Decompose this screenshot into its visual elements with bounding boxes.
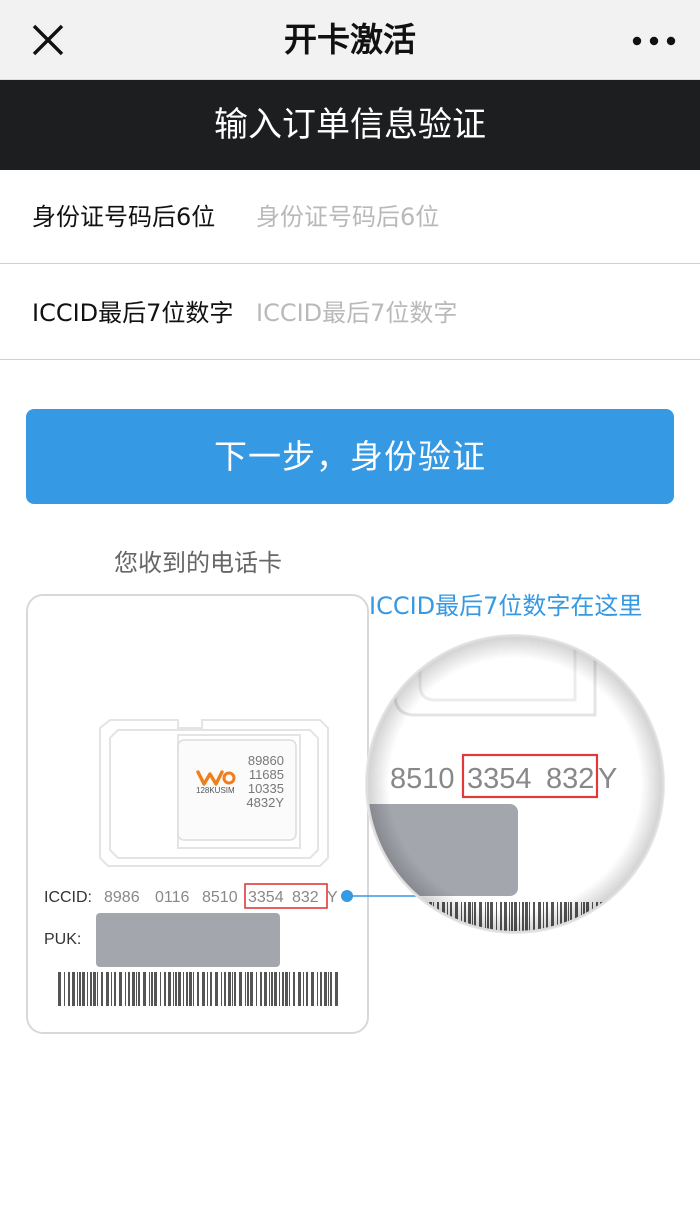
sim-card-illustration: 128KUSIM 89860 11685 10335 4832Y ICCID: … — [26, 594, 665, 1034]
sim-number-line: 10335 — [248, 781, 284, 796]
sim-number-line: 4832Y — [246, 795, 284, 810]
id-number-input[interactable] — [252, 194, 680, 240]
card-iccid-group: 0116 — [155, 889, 190, 906]
page-title: 开卡激活 — [284, 20, 416, 59]
next-step-button[interactable]: 下一步，身份验证 — [26, 409, 674, 504]
card-iccid-highlight: 832 — [292, 889, 319, 906]
zoom-lens-vignette — [367, 636, 663, 932]
iccid-row: ICCID最后7位数字 — [0, 266, 700, 360]
illustration-caption: 您收到的电话卡 — [114, 549, 282, 577]
top-nav-bar: 开卡激活 — [0, 0, 700, 80]
id-number-row: 身份证号码后6位 — [0, 170, 700, 264]
iccid-input[interactable] — [252, 290, 680, 336]
more-dots-icon[interactable] — [632, 36, 676, 46]
puk-label: PUK: — [44, 931, 81, 948]
card-iccid-highlight: 3354 — [248, 889, 284, 906]
id-number-label: 身份证号码后6位 — [32, 203, 216, 231]
connector-dot — [341, 890, 353, 902]
sim-number-line: 11685 — [249, 767, 284, 782]
iccid-label: ICCID最后7位数字 — [32, 299, 234, 327]
sim-number-line: 89860 — [248, 753, 284, 768]
card-iccid-label: ICCID: — [44, 889, 92, 906]
puk-cover — [96, 913, 280, 967]
card-iccid-suffix: Y — [327, 889, 338, 906]
card-iccid-group: 8510 — [202, 889, 238, 906]
sim-model-text: 128KUSIM — [196, 786, 235, 795]
section-banner: 输入订单信息验证 — [0, 80, 700, 170]
card-iccid-group: 8986 — [104, 889, 140, 906]
iccid-location-hint: ICCID最后7位数字在这里 — [369, 592, 643, 620]
